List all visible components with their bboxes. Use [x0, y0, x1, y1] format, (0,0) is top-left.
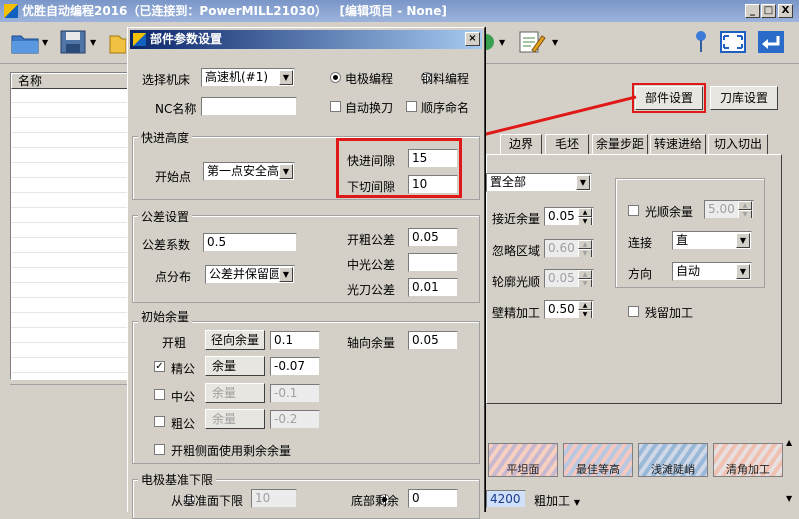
nc-name-input[interactable] [201, 97, 297, 116]
point-distribution-select[interactable]: 公差并保留圆弧 ▼ [205, 265, 295, 284]
coarse-allowance-label: 粗公 [171, 417, 196, 431]
rough-tolerance-label: 开粗公差 [347, 233, 396, 247]
plunge-gap-input[interactable]: 10 [408, 175, 458, 194]
rapid-height-title: 快进高度 [138, 129, 193, 146]
dialog-close-button[interactable]: × [465, 32, 480, 46]
coarse-allowance-button[interactable]: 余量 [205, 409, 265, 429]
semi-tolerance-input[interactable] [408, 253, 458, 272]
machine-label: 选择机床 [142, 73, 191, 87]
nc-name-label: NC名称 [155, 102, 197, 116]
initial-allowance-title: 初始余量 [138, 308, 193, 325]
machine-select[interactable]: 高速机(#1) ▼ [201, 68, 295, 87]
mid-allowance-checkbox[interactable] [154, 389, 165, 400]
rough-allowance-label: 开粗 [162, 336, 187, 350]
tolerance-factor-label: 公差系数 [142, 238, 191, 252]
dialog-title: 部件参数设置 [150, 32, 223, 46]
rough-axial-input[interactable]: 0.05 [408, 331, 458, 350]
rough-radial-input[interactable]: 0.1 [270, 331, 320, 350]
tolerance-factor-input[interactable]: 0.5 [203, 233, 297, 252]
tolerance-title: 公差设置 [138, 208, 193, 225]
from-base-input[interactable]: 10 [251, 489, 297, 508]
chevron-down-icon[interactable]: ▼ [279, 267, 293, 282]
finish-allowance-label: 精公 [171, 362, 196, 376]
start-point-label: 开始点 [155, 170, 192, 184]
side-remaining-checkbox[interactable] [154, 444, 165, 455]
steel-label: 钢料编程 [421, 72, 470, 86]
mid-allowance-label: 中公 [171, 390, 196, 404]
mid-allowance-input[interactable]: -0.1 [270, 384, 320, 403]
point-distribution-label: 点分布 [155, 270, 192, 284]
semi-tolerance-label: 中光公差 [347, 258, 396, 272]
chevron-down-icon[interactable]: ▼ [279, 164, 293, 179]
rapid-gap-input[interactable]: 15 [408, 149, 458, 168]
finish-tolerance-input[interactable]: 0.01 [408, 278, 458, 297]
coarse-allowance-checkbox[interactable] [154, 416, 165, 427]
electrode-radio[interactable] [330, 72, 341, 83]
dialog-title-bar: 部件参数设置 × [130, 30, 482, 49]
sequential-naming-label: 顺序命名 [421, 101, 470, 115]
finish-allowance-button[interactable]: 余量 [205, 356, 265, 376]
bottom-remaining-input[interactable]: 0 [408, 489, 458, 508]
highlight-box-part-settings [632, 83, 706, 113]
finish-allowance-input[interactable]: -0.07 [270, 357, 320, 376]
part-params-dialog: 部件参数设置 × 选择机床 高速机(#1) ▼ 电极编程 钢料编程 NC名称 自… [127, 27, 485, 519]
coarse-allowance-input[interactable]: -0.2 [270, 410, 320, 429]
plunge-gap-label: 下切间隙 [347, 180, 396, 194]
bottom-remaining-label: 底部剩余 [351, 494, 400, 508]
finish-allowance-checkbox[interactable]: ✓ [154, 361, 165, 372]
electrode-label: 电极编程 [345, 72, 394, 86]
rough-tolerance-input[interactable]: 0.05 [408, 228, 458, 247]
radial-allowance-button[interactable]: 径向余量 [205, 330, 265, 350]
sequential-naming-checkbox[interactable] [406, 101, 417, 112]
electrode-base-title: 电极基准下限 [138, 471, 217, 488]
dialog-app-icon [133, 33, 146, 46]
auto-tool-change-checkbox[interactable] [330, 101, 341, 112]
chevron-down-icon[interactable]: ▼ [279, 70, 293, 85]
auto-tool-change-label: 自动换刀 [345, 101, 394, 115]
mid-allowance-button[interactable]: 余量 [205, 383, 265, 403]
start-point-select[interactable]: 第一点安全高度 ▼ [203, 162, 295, 181]
from-base-label: 从基准面下限 [171, 494, 244, 508]
finish-tolerance-label: 光刀公差 [347, 283, 396, 297]
side-remaining-label: 开粗侧面使用剩余余量 [171, 444, 292, 458]
rapid-gap-label: 快进间隙 [347, 154, 396, 168]
axial-allowance-label: 轴向余量 [347, 336, 396, 350]
